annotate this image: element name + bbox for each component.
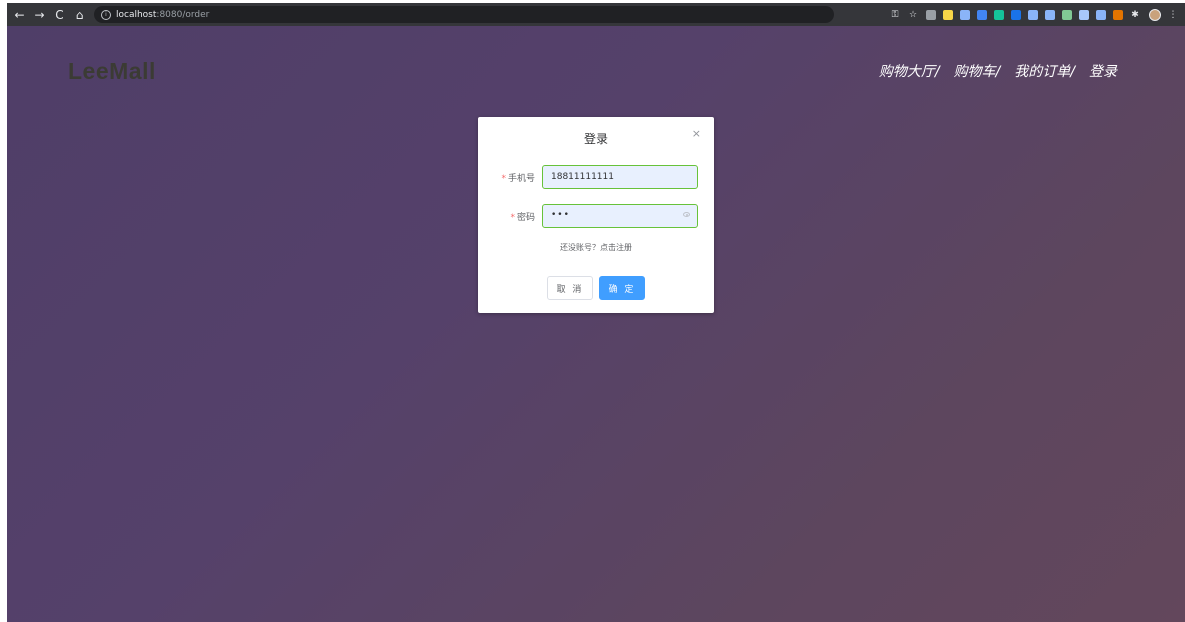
register-hint: 还没账号？点击注册 [478, 242, 714, 253]
key-icon[interactable]: ⚿ [889, 9, 901, 21]
ext-new-icon[interactable] [977, 9, 987, 20]
login-dialog: 登录 × *手机号 *密码 ••• 还没账号？点击注册 取 消 确 定 [478, 117, 714, 313]
nav-my-orders[interactable]: 我的订单/ [1014, 61, 1075, 81]
phone-form-item: * 手机号 [478, 165, 714, 189]
info-icon[interactable]: i [101, 9, 111, 20]
confirm-button[interactable]: 确 定 [599, 276, 645, 300]
phone-label: * 手机号 [501, 171, 535, 184]
home-icon[interactable]: ⌂ [71, 6, 88, 23]
required-mark: * [510, 213, 515, 223]
ext-11-icon[interactable] [1113, 9, 1123, 20]
nav-login[interactable]: 登录 [1089, 61, 1117, 81]
password-label: * 密码 [510, 210, 535, 223]
ext-10-icon[interactable] [1096, 9, 1106, 20]
ext-2-icon[interactable] [943, 9, 953, 20]
back-icon[interactable]: ← [11, 6, 28, 23]
url-path: :8080/order [156, 9, 210, 20]
nav-shopping-hall[interactable]: 购物大厅/ [879, 61, 940, 81]
url-host: localhost [116, 9, 157, 20]
ext-8-icon[interactable] [1062, 9, 1072, 20]
ext-9-icon[interactable] [1079, 9, 1089, 20]
cancel-button[interactable]: 取 消 [547, 276, 593, 300]
menu-icon[interactable]: ⋮ [1167, 9, 1179, 21]
browser-toolbar: ← → C ⌂ i localhost:8080/order ⚿ ☆ ✱ ⋮ [7, 3, 1185, 26]
dialog-footer: 取 消 确 定 [547, 276, 645, 300]
browser-actions: ⚿ ☆ ✱ ⋮ [883, 8, 1185, 21]
address-bar[interactable]: i localhost:8080/order [94, 6, 834, 23]
required-mark: * [501, 174, 506, 184]
puzzle-icon[interactable]: ✱ [1129, 9, 1141, 21]
star-icon[interactable]: ☆ [907, 9, 919, 21]
reload-icon[interactable]: C [51, 6, 68, 23]
ext-3-icon[interactable] [960, 9, 970, 20]
site-logo[interactable]: LeeMall [68, 58, 156, 85]
password-form-item: * 密码 ••• [478, 204, 714, 228]
nav-cart[interactable]: 购物车/ [954, 61, 1001, 81]
ext-7-icon[interactable] [1045, 9, 1055, 20]
extensions-bar [919, 9, 1123, 20]
password-mask: ••• [551, 210, 570, 220]
forward-icon[interactable]: → [31, 6, 48, 23]
ext-1-icon[interactable] [926, 9, 936, 20]
top-nav: 购物大厅/ 购物车/ 我的订单/ 登录 [865, 61, 1117, 81]
password-label-text: 密码 [516, 213, 535, 223]
register-link[interactable]: 还没账号？点击注册 [560, 243, 632, 252]
eye-icon[interactable] [683, 212, 690, 217]
close-icon[interactable]: × [692, 127, 701, 140]
phone-label-text: 手机号 [507, 174, 535, 184]
ext-u-icon[interactable] [1011, 9, 1021, 20]
phone-input[interactable] [542, 165, 698, 189]
ext-grammarly-icon[interactable] [994, 9, 1004, 20]
ext-6-icon[interactable] [1028, 9, 1038, 20]
profile-avatar[interactable] [1149, 8, 1161, 21]
page-background: LeeMall 购物大厅/ 购物车/ 我的订单/ 登录 登录 × *手机号 *密… [7, 26, 1185, 622]
dialog-title: 登录 [583, 132, 608, 146]
